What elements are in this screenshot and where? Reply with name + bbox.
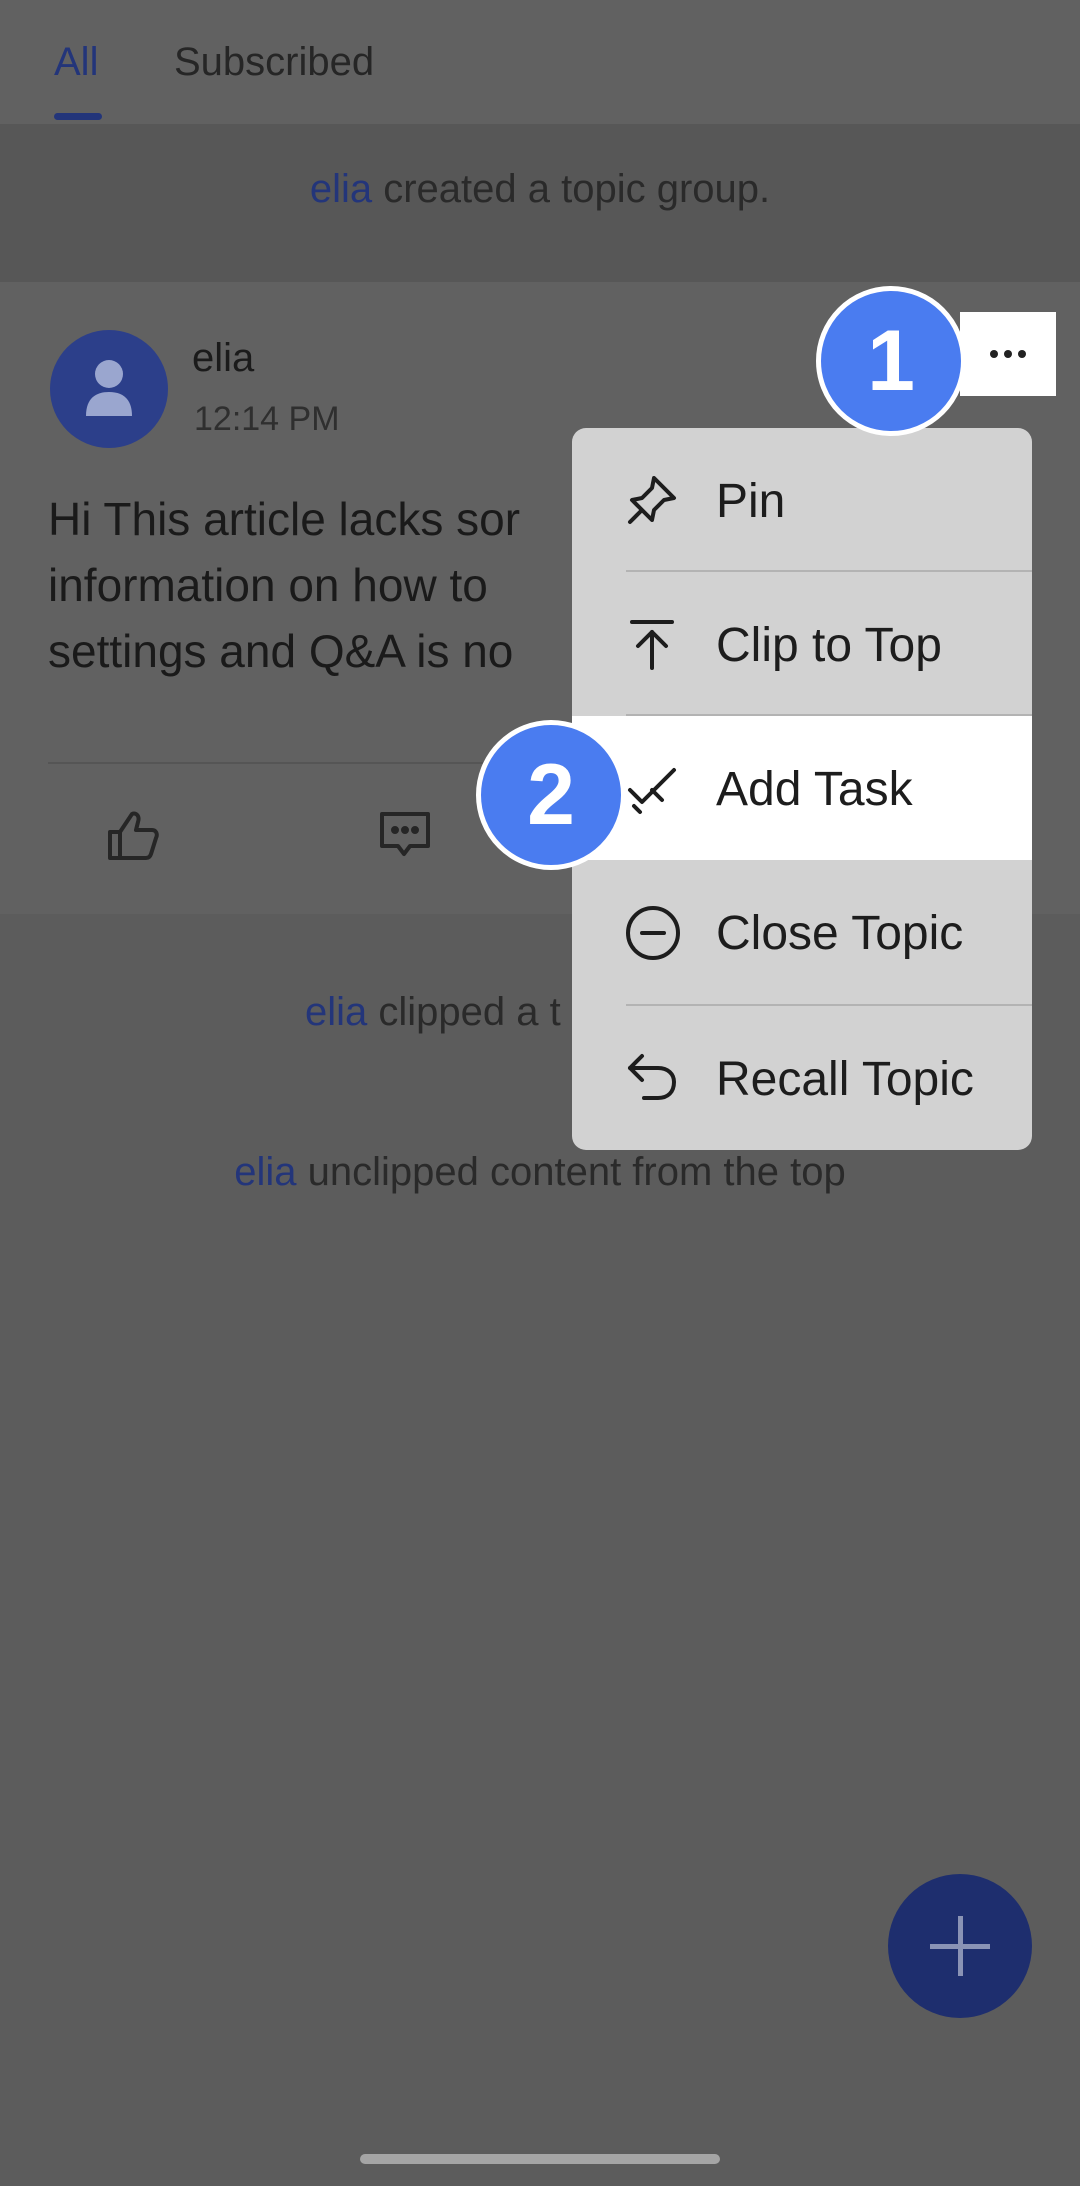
- system-message-text: created a topic group.: [372, 167, 771, 211]
- post-body-line: Hi This article lacks sor: [48, 493, 521, 545]
- system-message: elia created a topic group.: [0, 124, 1080, 282]
- menu-item-label: Add Task: [716, 763, 913, 816]
- home-indicator[interactable]: [360, 2154, 720, 2164]
- topic-options-menu: Pin Clip to Top Add Task Close Topic Rec…: [572, 428, 1032, 1150]
- avatar[interactable]: [50, 330, 168, 448]
- menu-item-label: Pin: [716, 475, 786, 528]
- add-task-icon: [624, 760, 680, 821]
- menu-item-label: Recall Topic: [716, 1053, 974, 1106]
- system-message-text: unclipped content from the top: [296, 1150, 846, 1194]
- tab-subscribed[interactable]: Subscribed: [174, 40, 374, 85]
- dot-icon: [990, 350, 998, 358]
- menu-item-close-topic[interactable]: Close Topic: [572, 860, 1032, 1004]
- menu-item-pin[interactable]: Pin: [572, 428, 1032, 572]
- post-timestamp: 12:14 PM: [194, 400, 340, 438]
- menu-item-add-task[interactable]: Add Task: [572, 716, 1032, 860]
- system-message: elia unclipped content from the top: [0, 1150, 1080, 1195]
- recall-icon: [624, 1050, 680, 1111]
- post-body[interactable]: Hi This article lacks sor information on…: [48, 486, 608, 684]
- step-1-callout: 1: [816, 286, 966, 436]
- system-message: elia clipped a t: [305, 990, 605, 1035]
- dot-icon: [1004, 350, 1012, 358]
- user-name-link[interactable]: elia: [234, 1150, 296, 1194]
- tab-all[interactable]: All: [54, 40, 98, 85]
- pin-icon: [624, 472, 680, 533]
- user-name-link[interactable]: elia: [305, 990, 367, 1034]
- dot-icon: [1018, 350, 1026, 358]
- post-body-line: settings and Q&A is no: [48, 625, 514, 677]
- like-icon[interactable]: [106, 808, 160, 867]
- menu-item-clip-to-top[interactable]: Clip to Top: [572, 572, 1032, 716]
- new-topic-fab[interactable]: [888, 1874, 1032, 2018]
- menu-item-label: Clip to Top: [716, 619, 942, 672]
- system-message-text: clipped a t: [367, 990, 561, 1034]
- close-topic-icon: [624, 904, 682, 967]
- user-name-link[interactable]: elia: [310, 167, 372, 211]
- post-author: elia: [192, 336, 255, 380]
- menu-item-label: Close Topic: [716, 907, 964, 960]
- step-2-callout: 2: [476, 720, 626, 870]
- comment-icon[interactable]: [378, 808, 432, 867]
- user-icon: [86, 360, 132, 416]
- post-body-line: information on how to: [48, 559, 488, 611]
- more-options-button[interactable]: [960, 312, 1056, 396]
- active-tab-indicator: [54, 113, 102, 120]
- clip-to-top-icon: [624, 616, 680, 677]
- tab-bar: [0, 0, 1080, 124]
- menu-item-recall-topic[interactable]: Recall Topic: [572, 1006, 1032, 1150]
